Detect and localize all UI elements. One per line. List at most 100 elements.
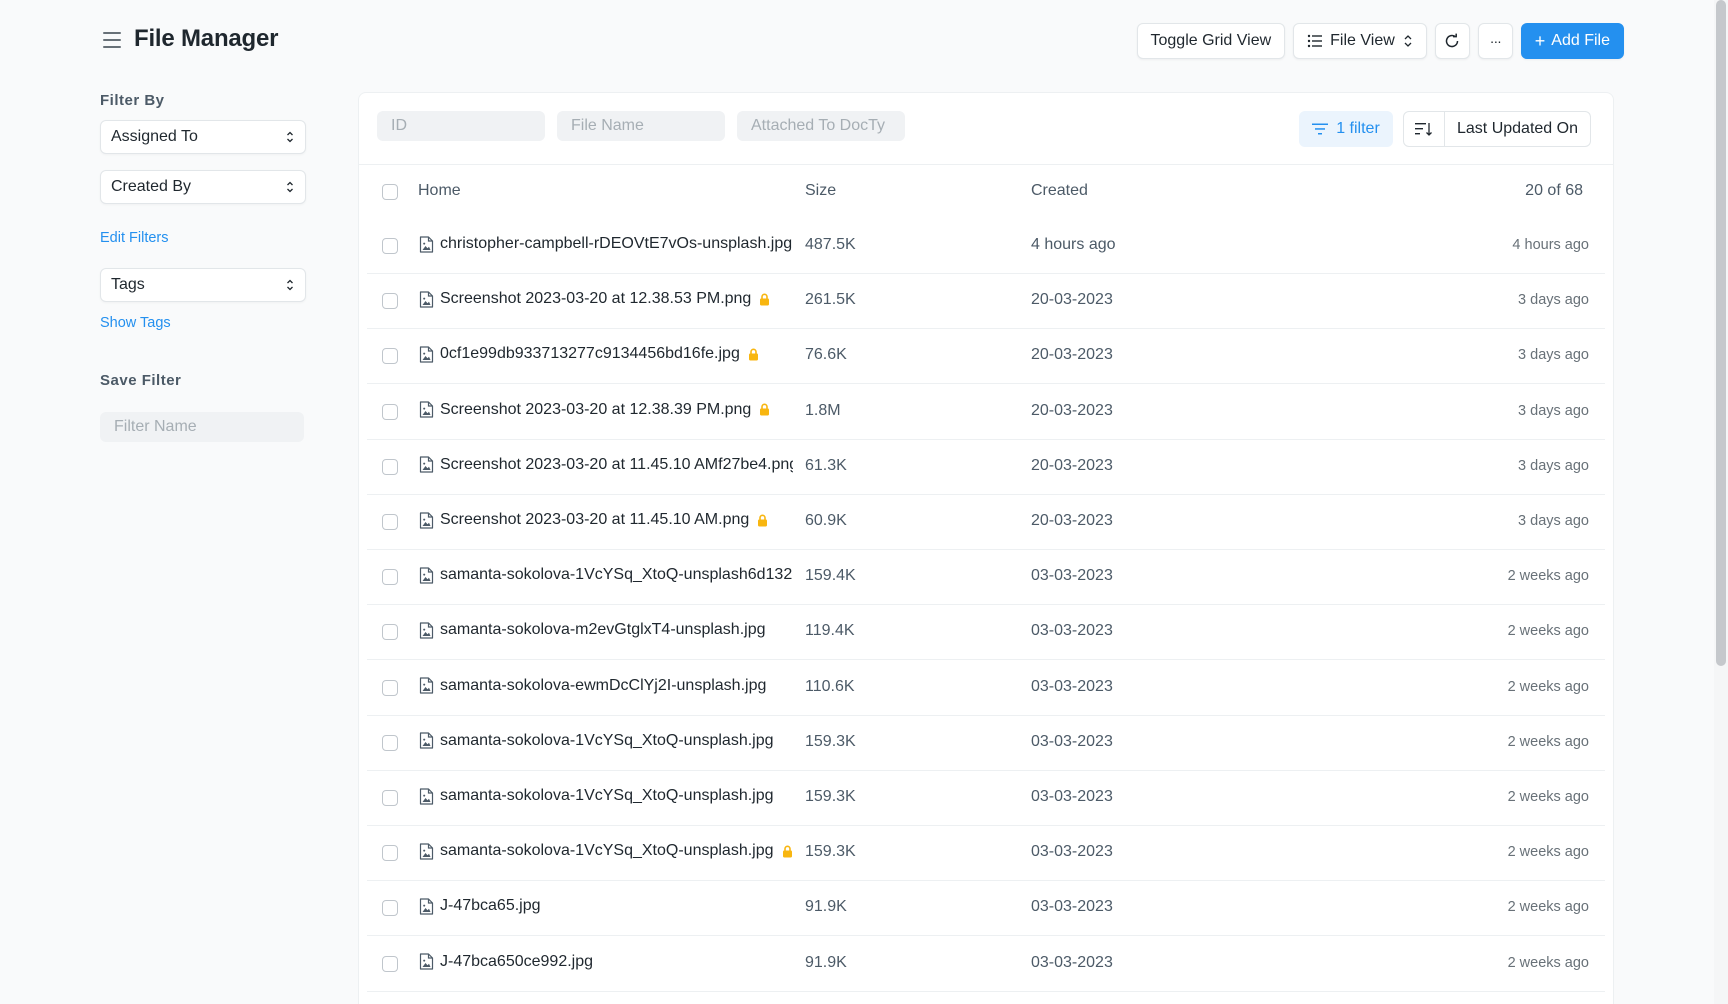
- tags-label: Tags: [111, 276, 145, 293]
- image-file-icon: [419, 787, 434, 805]
- sort-direction-button[interactable]: [1403, 111, 1445, 147]
- table-row[interactable]: J-47bca650ce992.jpg 91.9K 03-03-2023 2 w…: [367, 937, 1605, 992]
- filter-name-input[interactable]: [100, 412, 304, 442]
- row-checkbox[interactable]: [382, 955, 398, 972]
- table-row[interactable]: samanta-sokolova-ewmDcClYj2I-unsplash.jp…: [367, 661, 1605, 716]
- image-file-icon: [419, 511, 434, 529]
- row-checkbox[interactable]: [382, 679, 398, 696]
- header-actions: Toggle Grid View File View ··· + Add Fil…: [1136, 23, 1624, 59]
- file-name-link[interactable]: J-47bca650ce992.jpg: [440, 953, 593, 971]
- file-name-link[interactable]: Screenshot 2023-03-20 at 11.45.10 AM.png: [440, 511, 749, 529]
- toggle-grid-view-button[interactable]: Toggle Grid View: [1136, 23, 1286, 59]
- file-name-cell: samanta-sokolova-1VcYSq_XtoQ-unsplash.jp…: [419, 732, 793, 750]
- table-row[interactable]: samanta-sokolova-m2evGtglxT4-unsplash.jp…: [367, 605, 1605, 661]
- more-actions-button[interactable]: ···: [1477, 23, 1513, 59]
- column-created: Created: [1031, 182, 1088, 199]
- tags-select[interactable]: Tags: [100, 268, 306, 302]
- table-row[interactable]: Screenshot 2023-03-20 at 12.38.39 PM.png…: [367, 385, 1605, 440]
- refresh-button[interactable]: [1434, 23, 1470, 59]
- file-name-link[interactable]: christopher-campbell-rDEOVtE7vOs-unsplas…: [440, 235, 792, 253]
- row-checkbox[interactable]: [382, 514, 398, 530]
- file-created: 03-03-2023: [1031, 677, 1113, 695]
- file-name-cell: Screenshot 2023-03-20 at 12.38.39 PM.png: [419, 401, 793, 419]
- row-checkbox[interactable]: [382, 624, 398, 641]
- table-row[interactable]: Screenshot 2023-03-20 at 12.38.53 PM.png…: [367, 274, 1605, 330]
- file-size: 159.3K: [805, 843, 856, 861]
- add-file-button[interactable]: + Add File: [1520, 23, 1624, 59]
- file-name-link[interactable]: samanta-sokolova-1VcYSq_XtoQ-unsplash.jp…: [440, 842, 774, 860]
- view-switcher-button[interactable]: File View: [1293, 23, 1427, 59]
- image-file-icon: [419, 456, 434, 473]
- file-created: 20-03-2023: [1031, 456, 1113, 474]
- file-name-link[interactable]: Screenshot 2023-03-20 at 12.38.53 PM.png: [440, 290, 751, 308]
- table-row[interactable]: 0cf1e99db933713277c9134456bd16fe.jpg 76.…: [367, 329, 1605, 385]
- file-created: 03-03-2023: [1031, 843, 1113, 861]
- file-name-filter-input[interactable]: [557, 111, 725, 141]
- file-name-link[interactable]: Screenshot 2023-03-20 at 12.38.39 PM.png: [440, 401, 751, 419]
- table-row[interactable]: samanta-sokolova-1VcYSq_XtoQ-unsplash.jp…: [367, 771, 1605, 826]
- show-tags-link[interactable]: Show Tags: [100, 315, 171, 331]
- filter-icon: [1312, 123, 1329, 135]
- row-checkbox[interactable]: [382, 293, 398, 310]
- created-by-select[interactable]: Created By: [100, 170, 306, 204]
- table-row[interactable]: Screenshot 2023-03-20 at 11.45.10 AM.png…: [367, 495, 1605, 550]
- file-name-cell: 0cf1e99db933713277c9134456bd16fe.jpg: [419, 345, 793, 363]
- select-all-checkbox[interactable]: [382, 184, 398, 200]
- file-name-link[interactable]: 0cf1e99db933713277c9134456bd16fe.jpg: [440, 345, 740, 363]
- file-name-link[interactable]: samanta-sokolova-m2evGtglxT4-unsplash.jp…: [440, 621, 765, 639]
- chevron-updown-icon: [287, 181, 293, 193]
- table-row[interactable]: samanta-sokolova-1VcYSq_XtoQ-unsplash.jp…: [367, 826, 1605, 882]
- page-title: File Manager: [134, 25, 279, 52]
- file-updated: 2 weeks ago: [1507, 568, 1589, 585]
- result-count: 20 of 68: [1525, 182, 1583, 199]
- table-row[interactable]: J-47bca65.jpg 91.9K 03-03-2023 2 weeks a…: [367, 881, 1605, 937]
- file-name-link[interactable]: Screenshot 2023-03-20 at 11.45.10 AMf27b…: [440, 456, 793, 474]
- file-name-cell: Screenshot 2023-03-20 at 11.45.10 AM.png: [419, 511, 793, 529]
- row-checkbox[interactable]: [382, 900, 398, 917]
- id-filter-input[interactable]: [377, 111, 545, 141]
- file-created: 4 hours ago: [1031, 236, 1116, 253]
- table-row[interactable]: samanta-sokolova-1VcYSq_XtoQ-unsplash.jp…: [367, 716, 1605, 771]
- row-checkbox[interactable]: [382, 403, 398, 420]
- menu-icon[interactable]: [103, 32, 121, 48]
- scrollbar[interactable]: [1714, 0, 1728, 1004]
- file-name-link[interactable]: samanta-sokolova-ewmDcClYj2I-unsplash.jp…: [440, 677, 766, 695]
- file-name-cell: J-47bca650ce992.jpg: [419, 953, 793, 971]
- table-row[interactable]: christopher-campbell-rDEOVtE7vOs-unsplas…: [367, 219, 1605, 274]
- row-checkbox[interactable]: [382, 569, 398, 586]
- file-size: 91.9K: [805, 898, 847, 916]
- chevron-updown-icon: [287, 279, 293, 291]
- file-list-card: 1 filter Last Updated On Home Size Creat…: [358, 92, 1614, 1004]
- file-created: 03-03-2023: [1031, 953, 1113, 971]
- file-name-link[interactable]: samanta-sokolova-1VcYSq_XtoQ-unsplash6d1…: [440, 566, 793, 584]
- file-updated: 2 weeks ago: [1507, 733, 1589, 750]
- image-file-icon: [419, 346, 434, 363]
- scrollbar-thumb[interactable]: [1716, 0, 1726, 666]
- row-checkbox[interactable]: [382, 790, 398, 806]
- table-row[interactable]: samanta-sokolova-1VcYSq_XtoQ-unsplash6d1…: [367, 550, 1605, 606]
- row-checkbox[interactable]: [382, 734, 398, 751]
- row-checkbox[interactable]: [382, 348, 398, 365]
- column-size: Size: [805, 182, 837, 199]
- assigned-to-select[interactable]: Assigned To: [100, 120, 306, 154]
- row-checkbox[interactable]: [382, 238, 398, 254]
- file-created: 03-03-2023: [1031, 898, 1113, 916]
- filter-button[interactable]: 1 filter: [1299, 111, 1393, 147]
- file-updated: 3 days ago: [1518, 292, 1589, 309]
- file-name-cell: samanta-sokolova-ewmDcClYj2I-unsplash.jp…: [419, 677, 793, 695]
- file-name-link[interactable]: J-47bca65.jpg: [440, 897, 541, 915]
- file-size: 91.9K: [805, 953, 847, 971]
- attached-to-filter-input[interactable]: [737, 111, 905, 141]
- table-row[interactable]: Screenshot 2023-03-20 at 11.45.10 AMf27b…: [367, 440, 1605, 495]
- row-checkbox[interactable]: [382, 845, 398, 862]
- list-icon: [1307, 34, 1323, 48]
- file-name-cell: samanta-sokolova-1VcYSq_XtoQ-unsplash.jp…: [419, 842, 793, 860]
- file-size: 60.9K: [805, 512, 847, 529]
- file-updated: 3 days ago: [1518, 457, 1589, 474]
- file-name-link[interactable]: samanta-sokolova-1VcYSq_XtoQ-unsplash.jp…: [440, 787, 774, 805]
- sort-field-button[interactable]: Last Updated On: [1445, 111, 1591, 147]
- file-created: 03-03-2023: [1031, 788, 1113, 805]
- row-checkbox[interactable]: [382, 458, 398, 475]
- file-name-link[interactable]: samanta-sokolova-1VcYSq_XtoQ-unsplash.jp…: [440, 732, 774, 750]
- edit-filters-link[interactable]: Edit Filters: [100, 230, 169, 246]
